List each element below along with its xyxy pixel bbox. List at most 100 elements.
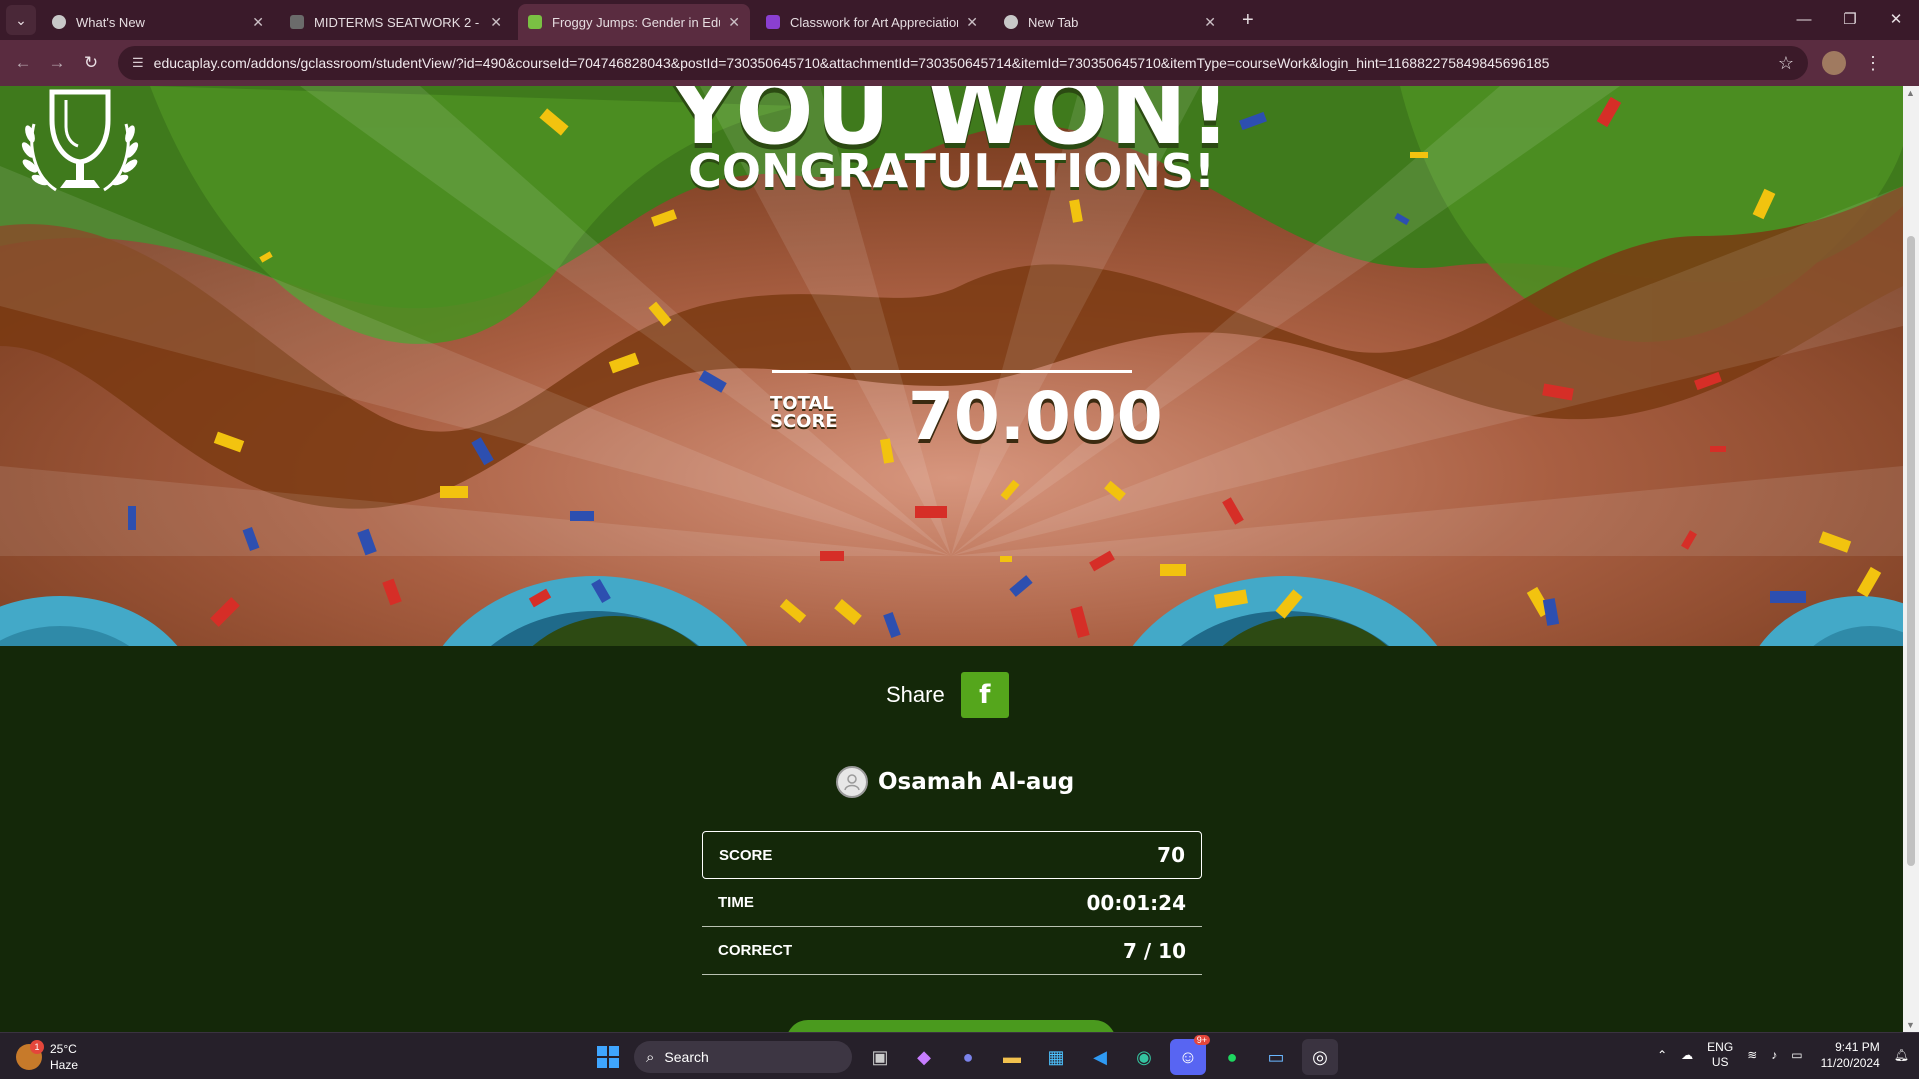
address-bar[interactable]: ☰ educaplay.com/addons/gclassroom/studen… <box>118 46 1808 80</box>
score-divider <box>772 370 1132 373</box>
store-icon[interactable]: ▦ <box>1038 1039 1074 1075</box>
user-avatar-icon <box>836 766 868 798</box>
tab-classwork[interactable]: Classwork for Art Appreciation ✕ <box>756 4 988 40</box>
browser-toolbar: ← → ↻ ☰ educaplay.com/addons/gclassroom/… <box>0 40 1919 86</box>
url-text[interactable]: educaplay.com/addons/gclassroom/studentV… <box>154 55 1778 71</box>
tab-midterms[interactable]: MIDTERMS SEATWORK 2 - GEN ✕ <box>280 4 512 40</box>
site-info-icon[interactable]: ☰ <box>132 55 144 71</box>
next-action-button[interactable] <box>786 1020 1116 1032</box>
discord-badge: 9+ <box>1193 1035 1210 1045</box>
copilot-icon[interactable]: ◆ <box>906 1039 942 1075</box>
wifi-icon[interactable]: ≋ <box>1747 1048 1757 1062</box>
new-tab-button[interactable]: + <box>1242 9 1254 32</box>
classroom-icon <box>290 15 304 29</box>
volume-icon[interactable]: ♪ <box>1771 1048 1777 1062</box>
player-name: Osamah Al-aug <box>878 769 1075 795</box>
onedrive-icon[interactable]: ☁ <box>1681 1048 1693 1062</box>
weather-badge: 1 <box>30 1040 44 1054</box>
close-icon[interactable]: ✕ <box>728 14 740 31</box>
stat-label: SCORE <box>719 846 773 864</box>
stat-value: 7 / 10 <box>1123 938 1186 963</box>
weather-widget[interactable]: 1 25°C Haze <box>16 1040 79 1073</box>
lang-line1: ENG <box>1707 1040 1734 1054</box>
tab-search-icon[interactable]: ⌄ <box>6 5 36 35</box>
tab-title: New Tab <box>1028 14 1079 30</box>
windows-start-icon[interactable] <box>590 1039 626 1075</box>
result-banner: YOU WON! CONGRATULATIONS! TOTAL SCORE 70… <box>0 86 1903 646</box>
total-score-label-line2: SCORE <box>770 411 838 432</box>
discord-icon[interactable]: ☺ 9+ <box>1170 1035 1210 1075</box>
player-info: Osamah Al-aug <box>836 766 1074 798</box>
vscode-icon[interactable]: ◀ <box>1082 1039 1118 1075</box>
spotify-icon[interactable]: ● <box>1214 1039 1250 1075</box>
menu-kebab-icon[interactable]: ⋮ <box>1864 53 1882 74</box>
forward-icon[interactable]: → <box>40 53 74 73</box>
share-section: Share f <box>886 672 1009 718</box>
edge-icon[interactable]: ◉ <box>1126 1039 1162 1075</box>
tab-froggy-jumps[interactable]: Froggy Jumps: Gender in Educ ✕ <box>518 4 750 40</box>
back-icon[interactable]: ← <box>6 53 40 73</box>
trophy-icon <box>21 89 139 192</box>
tab-whats-new[interactable]: What's New ✕ <box>42 4 274 40</box>
system-tray: ⌃ ☁ ENG US ≋ ♪ ▭ 9:41 PM 11/20/2024 🔔︎ <box>1643 1039 1909 1071</box>
weather-icon: 1 <box>16 1040 44 1070</box>
battery-icon[interactable]: ▭ <box>1791 1048 1802 1062</box>
stat-row-time: TIME 00:01:24 <box>702 879 1202 927</box>
bookmark-star-icon[interactable]: ☆ <box>1778 53 1794 74</box>
chrome-taskbar-icon[interactable]: ◎ <box>1302 1039 1338 1075</box>
search-placeholder: Search <box>664 1049 709 1065</box>
restore-icon[interactable]: ❐ <box>1827 0 1873 40</box>
taskbar-apps: ⌕ Search ▣ ◆ ● ▬ ▦ ◀ ◉ ☺ 9+ ● ▭ ◎ <box>590 1035 1346 1075</box>
classroom-icon <box>766 15 780 29</box>
profile-avatar[interactable] <box>1822 51 1846 75</box>
page-scrollbar[interactable]: ▲ ▼ <box>1903 86 1919 1032</box>
file-explorer-icon[interactable]: ▬ <box>994 1039 1030 1075</box>
facebook-share-button[interactable]: f <box>960 672 1009 718</box>
tab-title: What's New <box>76 14 145 30</box>
scroll-up-icon[interactable]: ▲ <box>1906 88 1915 98</box>
reload-icon[interactable]: ↻ <box>74 53 108 73</box>
chrome-icon <box>1004 15 1018 29</box>
headline-congratulations: CONGRATULATIONS! <box>688 144 1215 198</box>
chrome-icon <box>52 15 66 29</box>
tab-new-tab[interactable]: New Tab ✕ <box>994 4 1226 40</box>
search-icon: ⌕ <box>646 1048 655 1066</box>
taskbar-search[interactable]: ⌕ Search <box>634 1041 852 1073</box>
stat-value: 70 <box>1157 843 1185 867</box>
tab-title: Froggy Jumps: Gender in Educ <box>552 14 721 30</box>
remote-desktop-icon[interactable]: ▭ <box>1258 1039 1294 1075</box>
scrollbar-thumb[interactable] <box>1907 236 1915 866</box>
clock[interactable]: 9:41 PM 11/20/2024 <box>1821 1039 1880 1071</box>
total-score-label: TOTAL SCORE <box>770 395 838 431</box>
stat-row-score: SCORE 70 <box>702 831 1202 879</box>
page-viewport: YOU WON! CONGRATULATIONS! TOTAL SCORE 70… <box>0 86 1903 1032</box>
close-icon[interactable]: ✕ <box>252 14 264 31</box>
weather-desc: Haze <box>50 1058 79 1072</box>
stats-table: SCORE 70 TIME 00:01:24 CORRECT 7 / 10 <box>702 831 1202 975</box>
stat-value: 00:01:24 <box>1086 890 1187 915</box>
tab-title: MIDTERMS SEATWORK 2 - GEN <box>314 14 482 30</box>
stat-label: CORRECT <box>718 942 793 959</box>
close-window-icon[interactable]: ✕ <box>1873 0 1919 40</box>
scroll-down-icon[interactable]: ▼ <box>1906 1020 1915 1030</box>
window-controls: — ❐ ✕ <box>1781 0 1919 40</box>
stat-row-correct: CORRECT 7 / 10 <box>702 927 1202 975</box>
share-label: Share <box>886 682 945 707</box>
teams-icon[interactable]: ● <box>950 1039 986 1075</box>
stat-label: TIME <box>718 894 754 911</box>
tab-strip: ⌄ What's New ✕ MIDTERMS SEATWORK 2 - GEN… <box>0 0 1919 40</box>
clock-date: 11/20/2024 <box>1820 1056 1880 1070</box>
tab-title: Classwork for Art Appreciation <box>790 14 959 30</box>
close-icon[interactable]: ✕ <box>490 14 502 31</box>
chevron-up-icon[interactable]: ⌃ <box>1657 1048 1667 1062</box>
close-icon[interactable]: ✕ <box>966 14 978 31</box>
notification-icon[interactable]: 🔔︎ <box>1894 1048 1909 1062</box>
language-indicator[interactable]: ENG US <box>1707 1040 1733 1070</box>
close-icon[interactable]: ✕ <box>1204 14 1216 31</box>
lang-line2: US <box>1711 1055 1729 1069</box>
total-score-value: 70.000 <box>908 378 1163 455</box>
minimize-icon[interactable]: — <box>1781 0 1827 40</box>
task-view-icon[interactable]: ▣ <box>862 1039 898 1075</box>
educaplay-icon <box>528 15 542 29</box>
windows-taskbar: 1 25°C Haze ⌕ Search ▣ ◆ ● ▬ ▦ ◀ ◉ ☺ 9+ ●… <box>0 1032 1919 1079</box>
